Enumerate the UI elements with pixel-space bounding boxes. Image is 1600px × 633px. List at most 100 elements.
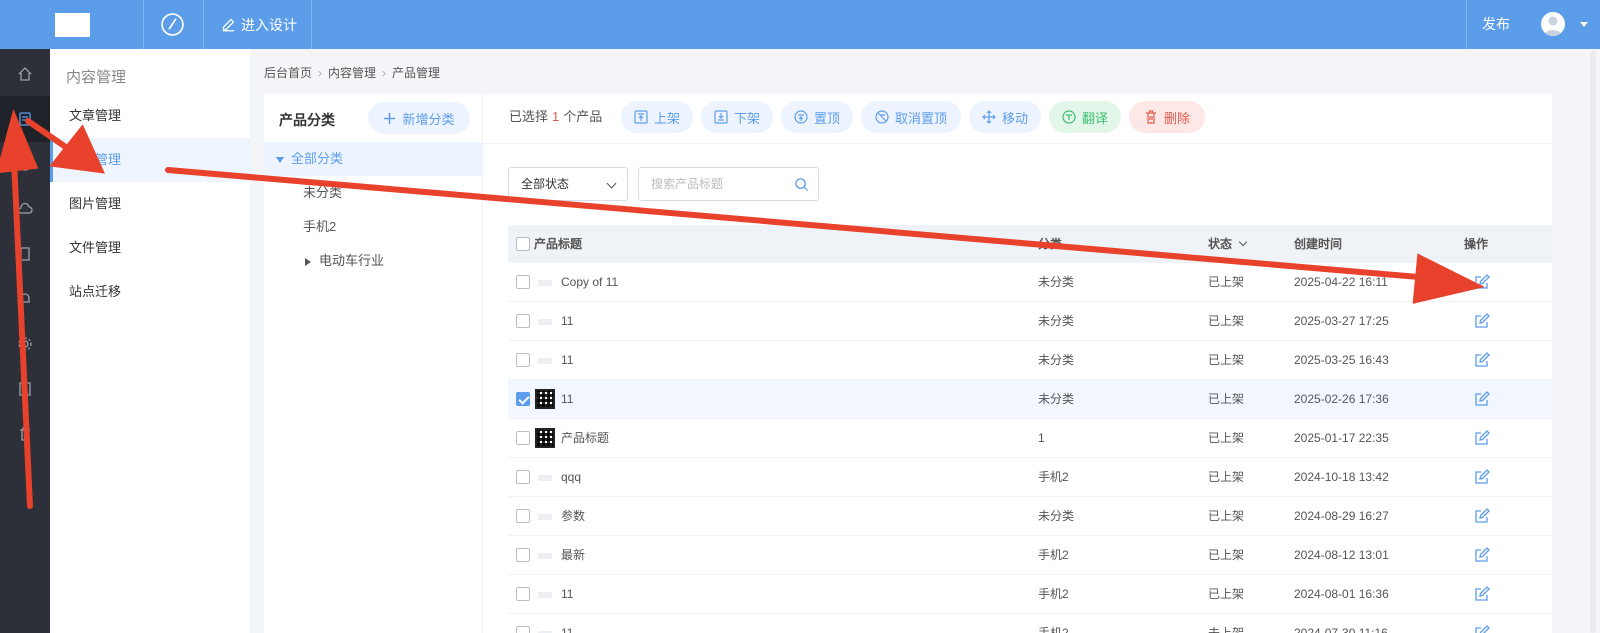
status-filter-select[interactable]: 全部状态 xyxy=(508,167,628,201)
edit-icon[interactable] xyxy=(1474,625,1490,633)
row-checkbox[interactable] xyxy=(516,392,530,406)
subnav-item-migration[interactable]: 站点迁移 xyxy=(50,270,250,314)
rail-home[interactable] xyxy=(0,51,50,97)
move-button[interactable]: 移动 xyxy=(969,101,1041,133)
product-title[interactable]: 11 xyxy=(561,614,573,633)
edit-icon[interactable] xyxy=(1474,586,1490,602)
bell-icon xyxy=(20,293,30,303)
row-checkbox[interactable] xyxy=(516,587,530,601)
report-icon xyxy=(19,382,31,396)
tree-item-ev-industry[interactable]: 电动车行业 xyxy=(264,244,483,278)
row-checkbox[interactable] xyxy=(516,470,530,484)
select-all-checkbox[interactable] xyxy=(516,237,530,251)
product-thumbnail xyxy=(535,350,555,370)
row-checkbox[interactable] xyxy=(516,626,530,633)
edit-icon[interactable] xyxy=(1474,469,1490,485)
dashboard-icon[interactable] xyxy=(160,12,185,37)
product-thumbnail xyxy=(535,311,555,331)
header-status-label: 状态 xyxy=(1208,237,1233,251)
product-title[interactable]: 最新 xyxy=(561,536,585,574)
row-checkbox[interactable] xyxy=(516,314,530,328)
selection-summary: 已选择 1 个产品 xyxy=(509,94,602,140)
rail-report[interactable] xyxy=(0,366,50,412)
product-title[interactable]: 11 xyxy=(561,380,573,418)
table-row[interactable]: 最新 手机2 已上架 2024-08-12 13:01 xyxy=(508,536,1552,575)
table-row[interactable]: 11 手机2 已上架 2024-08-01 16:36 xyxy=(508,575,1552,614)
rail-design[interactable] xyxy=(0,141,50,187)
header-actions: 操作 xyxy=(1464,237,1489,251)
subnav-item-products[interactable]: 产品管理 xyxy=(50,138,250,182)
product-title[interactable]: Copy of 11 xyxy=(561,263,618,301)
product-status: 已上架 xyxy=(1208,275,1245,289)
table-row[interactable]: 11 未分类 已上架 2025-03-25 16:43 xyxy=(508,341,1552,380)
product-status: 未上架 xyxy=(1208,626,1245,633)
table-row[interactable]: 11 未分类 已上架 2025-02-26 17:36 xyxy=(508,380,1552,419)
edit-icon[interactable] xyxy=(1474,352,1490,368)
table-row[interactable]: qqq 手机2 已上架 2024-10-18 13:42 xyxy=(508,458,1552,497)
edit-icon[interactable] xyxy=(1474,313,1490,329)
rail-cloud[interactable] xyxy=(0,186,50,232)
product-created: 2025-01-17 22:35 xyxy=(1294,431,1389,445)
table-row[interactable]: 产品标题 1 已上架 2025-01-17 22:35 xyxy=(508,419,1552,458)
tree-item-all[interactable]: 全部分类 xyxy=(264,142,483,176)
edit-icon[interactable] xyxy=(1474,430,1490,446)
publish-button[interactable]: 发布 xyxy=(1482,0,1510,49)
tree-item-uncategorized[interactable]: 未分类 xyxy=(264,176,483,210)
rail-notify[interactable] xyxy=(0,276,50,322)
tree-item-phone2[interactable]: 手机2 xyxy=(264,210,483,244)
edit-icon[interactable] xyxy=(1474,508,1490,524)
pin-button[interactable]: 置顶 xyxy=(781,101,853,133)
top-bar: 进入设计 发布 xyxy=(0,0,1600,49)
chevron-down-icon[interactable] xyxy=(1580,22,1588,27)
enter-design-button[interactable]: 进入设计 xyxy=(221,0,297,49)
search-input[interactable] xyxy=(639,168,779,200)
row-checkbox[interactable] xyxy=(516,548,530,562)
add-category-button[interactable]: 新增分类 xyxy=(368,102,470,134)
row-checkbox[interactable] xyxy=(516,509,530,523)
breadcrumb-content[interactable]: 内容管理 xyxy=(328,64,376,81)
subnav-item-images[interactable]: 图片管理 xyxy=(50,182,250,226)
caret-right-icon[interactable] xyxy=(305,257,311,266)
subnav-item-files[interactable]: 文件管理 xyxy=(50,226,250,270)
product-title[interactable]: 11 xyxy=(561,302,573,340)
product-search[interactable] xyxy=(638,167,819,201)
rail-settings[interactable] xyxy=(0,321,50,367)
row-checkbox[interactable] xyxy=(516,275,530,289)
gear-icon xyxy=(18,337,32,351)
product-title[interactable]: 产品标题 xyxy=(561,419,609,457)
scrollbar[interactable] xyxy=(1590,50,1596,633)
product-title[interactable]: 11 xyxy=(561,341,573,379)
product-title[interactable]: 参数 xyxy=(561,497,585,535)
chevron-down-icon[interactable] xyxy=(1239,237,1248,247)
table-row[interactable]: 11 未分类 已上架 2025-03-27 17:25 xyxy=(508,302,1552,341)
edit-icon[interactable] xyxy=(1474,391,1490,407)
avatar[interactable] xyxy=(1541,12,1565,36)
search-icon[interactable] xyxy=(794,177,809,192)
table-row[interactable]: Copy of 11 未分类 已上架 2025-04-22 16:11 xyxy=(508,263,1552,302)
table-row[interactable]: 11 手机2 未上架 2024-07-30 11:16 xyxy=(508,614,1552,633)
selection-count: 1 xyxy=(552,109,560,124)
delete-button[interactable]: 删除 xyxy=(1129,101,1205,133)
shelve-button[interactable]: 上架 xyxy=(621,101,693,133)
table-row[interactable]: 参数 未分类 已上架 2024-08-29 16:27 xyxy=(508,497,1552,536)
breadcrumb-home[interactable]: 后台首页 xyxy=(264,64,312,81)
move-label: 移动 xyxy=(1001,110,1028,126)
tree-label: 全部分类 xyxy=(291,151,344,166)
product-status: 已上架 xyxy=(1208,392,1245,406)
unshelve-button[interactable]: 下架 xyxy=(701,101,773,133)
row-checkbox[interactable] xyxy=(516,353,530,367)
rail-content[interactable] xyxy=(0,96,50,142)
row-checkbox[interactable] xyxy=(516,431,530,445)
product-title[interactable]: qqq xyxy=(561,458,581,496)
rail-document[interactable] xyxy=(0,231,50,277)
logo[interactable] xyxy=(55,13,90,37)
product-title[interactable]: 11 xyxy=(561,575,573,613)
unpin-button[interactable]: 取消置顶 xyxy=(861,101,961,133)
edit-icon[interactable] xyxy=(1474,274,1490,290)
subnav-item-articles[interactable]: 文章管理 xyxy=(50,94,250,138)
rail-trash[interactable] xyxy=(0,411,50,457)
header-status[interactable]: 状态 xyxy=(1208,225,1248,263)
caret-down-icon[interactable] xyxy=(276,156,284,163)
edit-icon[interactable] xyxy=(1474,547,1490,563)
translate-button[interactable]: 翻译 xyxy=(1049,101,1121,133)
